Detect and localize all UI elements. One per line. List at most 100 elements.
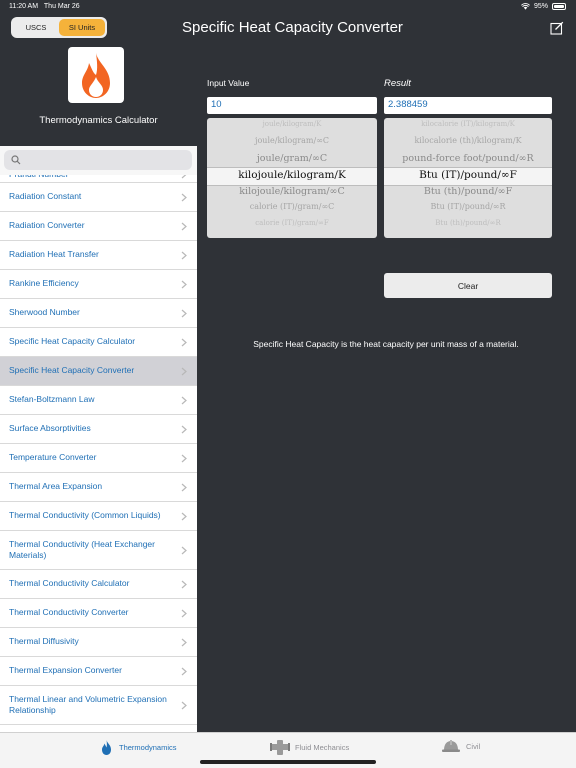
sidebar-item[interactable]: Specific Heat Capacity Calculator	[0, 328, 197, 357]
status-date-text: Thu Mar 26	[43, 3, 80, 10]
sidebar-item-label: Radiation Converter	[9, 220, 85, 231]
tab-civil[interactable]: Civil	[441, 739, 480, 754]
picker-unit-option[interactable]: Btu (IT)/pound/∞R	[384, 202, 552, 211]
picker-unit-option[interactable]: Btu (th)/pound/∞R	[384, 219, 552, 227]
battery-icon	[552, 3, 566, 10]
chevron-right-icon	[181, 280, 187, 288]
flame-icon	[102, 740, 111, 755]
sidebar-item[interactable]: Sherwood Number	[0, 299, 197, 328]
chevron-right-icon	[181, 638, 187, 646]
flame-icon	[82, 53, 110, 98]
chevron-right-icon	[181, 454, 187, 462]
sidebar-item-label: Thermal Area Expansion	[9, 481, 103, 492]
sidebar-item-label: Thermal Conductivity (Heat Exchanger Mat…	[9, 538, 155, 561]
input-unit-picker[interactable]: joule/kilogram/K joule/kilogram/∞C joule/g…	[207, 118, 377, 238]
pipes-icon	[270, 740, 290, 755]
sidebar: Thermodynamics Calculator Prandtl Number…	[0, 44, 197, 732]
sidebar-item[interactable]: Thermal Conductivity (Common Liquids)	[0, 502, 197, 531]
chevron-right-icon	[181, 667, 187, 675]
picker-unit-option[interactable]: joule/kilogram/∞C	[207, 136, 377, 145]
chevron-right-icon	[181, 367, 187, 375]
sidebar-item-label: Prandtl Number	[9, 175, 69, 180]
result-value-field: 2.388459	[384, 97, 552, 114]
sidebar-item[interactable]: Thermal Conductivity Calculator	[0, 570, 197, 599]
chevron-right-icon	[181, 222, 187, 230]
battery-fill	[554, 5, 564, 8]
picker-unit-option[interactable]: calorie (IT)/gram/∞F	[207, 219, 377, 227]
chevron-right-icon	[181, 425, 187, 433]
tab-thermodynamics[interactable]: Thermodynamics	[99, 739, 177, 756]
sidebar-item[interactable]: Rankine Efficiency	[0, 270, 197, 299]
status-indicators: 95%	[521, 3, 566, 10]
chevron-right-icon	[181, 609, 187, 617]
sidebar-item-label: Thermal Diffusivity	[9, 636, 79, 647]
units-segmented-control: USCS SI Units	[11, 17, 107, 38]
picker-selected-unit[interactable]: Btu (IT)/pound/∞F	[384, 169, 552, 181]
sidebar-item-label: Thermal Conductivity Calculator	[9, 578, 130, 589]
sidebar-item-label: Sherwood Number	[9, 307, 80, 318]
picker-unit-option[interactable]: kilocalorie (IT)/kilogram/K	[384, 120, 552, 128]
tab-label: Thermodynamics	[119, 743, 177, 752]
status-time-text: 11:20 AM	[9, 3, 39, 10]
sidebar-item[interactable]: Thermal Expansion Converter	[0, 657, 197, 686]
sidebar-item-label: Thermal Conductivity Converter	[9, 607, 129, 618]
sidebar-item[interactable]: Temperature Converter	[0, 444, 197, 473]
tab-label: Fluid Mechanics	[295, 743, 350, 752]
sidebar-item-label: Rankine Efficiency	[9, 278, 79, 289]
chevron-right-icon	[181, 483, 187, 491]
chevron-right-icon	[181, 251, 187, 259]
sidebar-item[interactable]: Specific Heat Capacity Converter	[0, 357, 197, 386]
sidebar-item-label: Radiation Heat Transfer	[9, 249, 99, 260]
picker-selected-unit[interactable]: kilojoule/kilogram/K	[207, 169, 377, 181]
input-value-field[interactable]: 10	[207, 97, 377, 114]
picker-unit-option[interactable]: kilojoule/kilogram/∞C	[207, 186, 377, 197]
sidebar-item[interactable]: Thermal Area Expansion	[0, 473, 197, 502]
home-indicator	[200, 760, 376, 764]
description-text: Specific Heat Capacity is the heat capac…	[253, 339, 519, 349]
sidebar-item[interactable]: Stefan-Boltzmann Law	[0, 386, 197, 415]
chevron-right-icon	[181, 338, 187, 346]
sidebar-item-label: Specific Heat Capacity Calculator	[9, 336, 136, 347]
picker-unit-option[interactable]: calorie (IT)/gram/∞C	[207, 202, 377, 211]
sidebar-item-label: Thermal Conductivity (Common Liquids)	[9, 510, 161, 521]
sidebar-item-label: Temperature Converter	[9, 452, 97, 463]
tab-label: Civil	[466, 742, 481, 751]
picker-unit-option[interactable]: joule/kilogram/K	[207, 120, 377, 128]
battery-percent: 95%	[533, 3, 548, 10]
sidebar-item[interactable]: Radiation Constant	[0, 183, 197, 212]
sidebar-item[interactable]: Radiation Heat Transfer	[0, 241, 197, 270]
edit-icon[interactable]	[550, 21, 564, 35]
input-value-label: Input Value	[207, 78, 250, 88]
sidebar-item[interactable]: Radiation Converter	[0, 212, 197, 241]
segment-uscs[interactable]: USCS	[13, 19, 59, 36]
sidebar-item[interactable]: Thermal Conductivity (Heat Exchanger Mat…	[0, 531, 197, 570]
hardhat-icon	[442, 740, 460, 752]
chevron-right-icon	[181, 512, 187, 520]
sidebar-item-label: Specific Heat Capacity Converter	[9, 365, 135, 376]
sidebar-item[interactable]: Thermal Diffusivity	[0, 628, 197, 657]
sidebar-item[interactable]: Thermal Conductivity Converter	[0, 599, 197, 628]
picker-unit-option[interactable]: pound-force foot/pound/∞R	[384, 153, 552, 164]
sidebar-item[interactable]: Surface Absorptivities	[0, 415, 197, 444]
sidebar-item[interactable]: Thermal Linear and Volumetric Expansion …	[0, 686, 197, 725]
chevron-right-icon	[181, 701, 187, 709]
chevron-right-icon	[181, 175, 187, 179]
chevron-right-icon	[181, 546, 187, 554]
picker-unit-option[interactable]: joule/gram/∞C	[207, 153, 377, 164]
page-title: Specific Heat Capacity Converter	[182, 19, 403, 36]
sidebar-item-label: Radiation Constant	[9, 191, 82, 202]
chevron-right-icon	[181, 396, 187, 404]
picker-unit-option[interactable]: Btu (th)/pound/∞F	[384, 186, 552, 197]
status-bar: 11:20 AM Thu Mar 26 95%	[0, 0, 576, 14]
search-input[interactable]	[4, 150, 192, 170]
segment-si-units[interactable]: SI Units	[59, 19, 105, 36]
status-time: 11:20 AM Thu Mar 26	[9, 3, 80, 10]
clear-button[interactable]: Clear	[384, 273, 552, 298]
tab-fluid-mechanics[interactable]: Fluid Mechanics	[270, 739, 349, 756]
sidebar-item-label: Thermal Expansion Converter	[9, 665, 122, 676]
result-unit-picker[interactable]: kilocalorie (IT)/kilogram/K kilocalorie (…	[384, 118, 552, 238]
search-icon	[11, 155, 21, 165]
picker-unit-option[interactable]: kilocalorie (th)/kilogram/K	[384, 136, 552, 145]
result-label: Result	[384, 78, 411, 89]
sidebar-item[interactable]: Prandtl Number	[0, 175, 197, 183]
